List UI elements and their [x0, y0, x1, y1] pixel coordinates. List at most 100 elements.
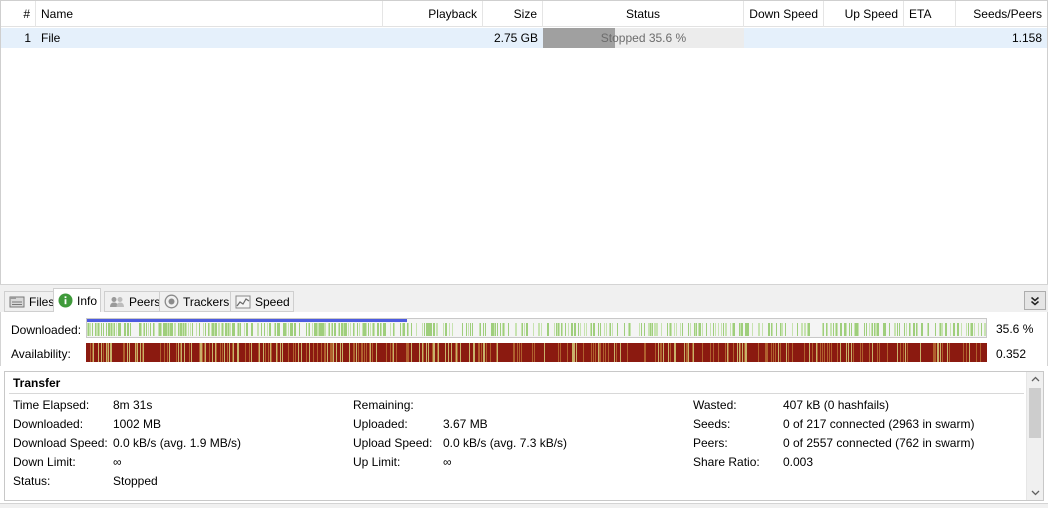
availability-piece: [920, 343, 921, 362]
downloaded-piece: [565, 323, 566, 336]
availability-piece: [265, 343, 266, 362]
tab-peers[interactable]: Peers: [104, 291, 165, 312]
scroll-thumb[interactable]: [1029, 388, 1041, 438]
downloaded-piece: [370, 323, 371, 336]
downloaded-piece: [331, 323, 332, 336]
downloaded-piece: [876, 323, 877, 336]
availability-piece: [905, 343, 906, 362]
tab-speed[interactable]: Speed: [230, 291, 294, 312]
availability-piece: [792, 343, 793, 362]
availability-piece: [321, 343, 322, 362]
availability-piece: [583, 343, 584, 362]
scroll-down-button[interactable]: [1027, 486, 1043, 500]
downloaded-piece: [373, 323, 374, 336]
column-header-down-speed[interactable]: Down Speed: [744, 1, 824, 27]
downloaded-piece: [548, 323, 549, 336]
downloaded-piece: [562, 323, 563, 336]
divider: [9, 393, 1024, 394]
availability-piece: [200, 343, 201, 362]
downloaded-piece: [402, 323, 403, 336]
column-header-playback[interactable]: Playback: [383, 1, 483, 27]
availability-piece: [521, 343, 522, 362]
column-header-size[interactable]: Size: [483, 1, 543, 27]
chevron-up-icon: [1031, 376, 1039, 382]
column-header-num[interactable]: #: [1, 1, 36, 27]
downloaded-piece: [648, 323, 649, 336]
downloaded-piece: [292, 323, 293, 336]
availability-piece: [574, 343, 575, 362]
downloaded-piece: [374, 323, 375, 336]
downloaded-piece: [103, 323, 104, 336]
downloaded-piece: [840, 323, 841, 336]
time-elapsed-label: Time Elapsed:: [13, 398, 90, 412]
availability-piece: [684, 343, 685, 362]
downloaded-piece: [218, 323, 219, 336]
availability-piece: [376, 343, 377, 362]
availability-piece: [907, 343, 908, 362]
downloaded-piece: [922, 323, 923, 336]
downloaded-piece: [226, 323, 227, 336]
downloaded-piece: [452, 323, 453, 336]
downloaded-piece: [574, 323, 575, 336]
downloaded-piece: [212, 323, 213, 336]
downloaded-piece: [328, 323, 329, 336]
downloaded-piece: [338, 323, 339, 336]
availability-piece: [423, 343, 424, 362]
scroll-up-button[interactable]: [1027, 372, 1043, 386]
availability-piece: [897, 343, 898, 362]
downloaded-piece: [946, 323, 947, 336]
downloaded-piece: [875, 323, 876, 336]
downloaded-piece: [899, 323, 900, 336]
downloaded-piece: [320, 323, 321, 336]
downloaded-piece: [88, 323, 89, 336]
column-header-eta[interactable]: ETA: [904, 1, 956, 27]
table-row[interactable]: 1 File 2.75 GB Stopped 35.6 % 1.158: [1, 28, 1047, 48]
availability-piece: [369, 343, 370, 362]
downloaded-piece: [239, 323, 240, 336]
downloaded-piece: [916, 323, 917, 336]
downloaded-piece: [966, 323, 967, 336]
availability-piece: [786, 343, 787, 362]
tab-files[interactable]: Files: [4, 291, 59, 312]
downloaded-piece: [561, 323, 562, 336]
downloaded-piece: [559, 323, 560, 336]
availability-piece: [448, 343, 449, 362]
column-header-up-speed[interactable]: Up Speed: [824, 1, 904, 27]
downloaded-piece: [878, 323, 879, 336]
downloaded-piece: [109, 323, 110, 336]
tab-info[interactable]: Info: [53, 288, 102, 313]
downloaded-piece: [698, 323, 699, 336]
availability-piece: [903, 343, 904, 362]
downloaded-piece: [480, 323, 481, 336]
column-header-seeds-peers[interactable]: Seeds/Peers: [956, 1, 1047, 27]
availability-bar: [86, 343, 987, 362]
tab-trackers[interactable]: Trackers: [159, 291, 234, 312]
availability-piece: [820, 343, 821, 362]
downloaded-piece: [841, 323, 842, 336]
availability-piece: [176, 343, 177, 362]
downloaded-piece: [291, 323, 292, 336]
downloaded-piece: [885, 323, 886, 336]
downloaded-piece: [400, 323, 401, 336]
collapse-panel-button[interactable]: [1024, 291, 1046, 310]
availability-piece: [432, 343, 433, 362]
column-header-status[interactable]: Status: [543, 1, 744, 27]
downloaded-piece: [869, 323, 870, 336]
availability-piece: [111, 343, 112, 362]
downloaded-piece: [710, 323, 711, 336]
downloaded-piece: [470, 323, 471, 336]
downloaded-piece: [168, 323, 169, 336]
downloaded-piece: [362, 323, 363, 336]
availability-piece: [532, 343, 533, 362]
downloaded-piece: [247, 323, 248, 336]
downloaded-bar: [86, 318, 987, 338]
downloaded-piece: [590, 323, 591, 336]
downloaded-piece: [617, 323, 618, 336]
info-scrollbar[interactable]: [1026, 372, 1043, 500]
downloaded-piece: [629, 323, 630, 336]
downloaded-piece: [883, 323, 884, 336]
column-header-name[interactable]: Name: [36, 1, 383, 27]
torrent-list[interactable]: # Name Playback Size Status Down Speed U…: [0, 0, 1048, 284]
downloaded-piece: [676, 323, 677, 336]
downloaded-piece: [426, 323, 427, 336]
